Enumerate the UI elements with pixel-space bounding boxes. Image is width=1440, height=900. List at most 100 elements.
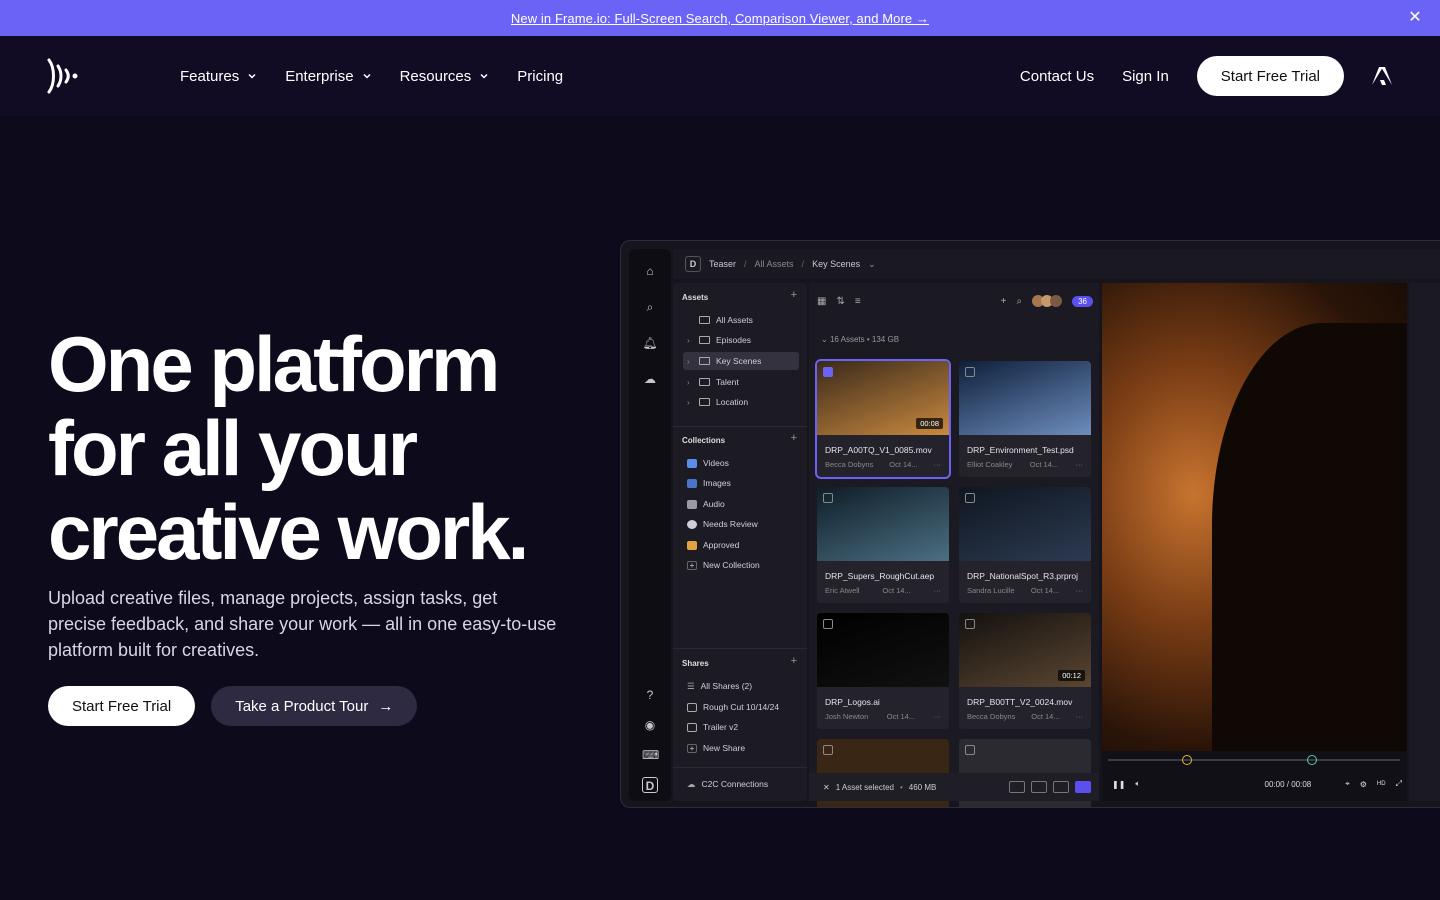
collection-images[interactable]: Images bbox=[683, 474, 799, 492]
comments-panel bbox=[1409, 283, 1440, 801]
share-new[interactable]: + New Share bbox=[683, 739, 799, 757]
asset-thumbnail: 00:12 bbox=[959, 613, 1091, 687]
asset-card[interactable]: DRP_NationalSpot_R3.prproj Sandra Lucille… bbox=[959, 487, 1091, 603]
collection-audio[interactable]: Audio bbox=[683, 495, 799, 513]
scrubber[interactable] bbox=[1108, 759, 1400, 761]
more-icon[interactable] bbox=[1009, 781, 1025, 793]
collection-new[interactable]: + New Collection bbox=[683, 556, 799, 574]
checkbox[interactable] bbox=[823, 619, 833, 629]
more-icon[interactable]: ··· bbox=[1075, 460, 1083, 469]
add-share-icon[interactable]: + bbox=[791, 655, 797, 667]
breadcrumb-key-scenes[interactable]: Key Scenes bbox=[812, 259, 860, 269]
members-count-badge[interactable]: 36 bbox=[1072, 295, 1093, 307]
close-icon[interactable]: ✕ bbox=[1406, 9, 1424, 27]
sidebar-item-location[interactable]: › Location bbox=[683, 393, 799, 411]
lightbulb-icon[interactable]: ◉ bbox=[642, 717, 658, 733]
share-trailer-v2[interactable]: Trailer v2 bbox=[683, 718, 799, 736]
more-icon[interactable]: ··· bbox=[934, 712, 942, 721]
comment-marker[interactable] bbox=[1307, 755, 1317, 765]
checkbox[interactable] bbox=[965, 745, 975, 755]
more-icon[interactable]: ··· bbox=[1076, 712, 1084, 721]
contact-us-link[interactable]: Contact Us bbox=[1020, 68, 1094, 85]
checkbox[interactable] bbox=[965, 367, 975, 377]
hero-title-line-2: for all your bbox=[48, 404, 418, 492]
c2c-connections[interactable]: ☁ C2C Connections bbox=[683, 775, 799, 793]
hero-start-trial-button[interactable]: Start Free Trial bbox=[48, 686, 196, 726]
sort-icon[interactable]: ⇅ bbox=[836, 296, 844, 307]
chevron-down-icon[interactable]: ⌄ bbox=[821, 335, 828, 344]
keyboard-icon[interactable]: ⌨ bbox=[642, 747, 659, 763]
asset-card[interactable]: 00:12 DRP_B00TT_V2_0024.mov Becca Dobyns Oc… bbox=[959, 613, 1091, 729]
sidebar-item-episodes[interactable]: › Episodes bbox=[683, 331, 799, 349]
settings-icon[interactable]: ⚙ bbox=[1360, 780, 1367, 789]
nav-start-trial-button[interactable]: Start Free Trial bbox=[1196, 56, 1344, 96]
nav-resources[interactable]: Resources bbox=[400, 68, 490, 85]
volume-icon[interactable]: 🔈︎ bbox=[1135, 779, 1140, 789]
bell-icon[interactable]: 🔔︎ bbox=[642, 335, 658, 351]
video-viewer[interactable] bbox=[1102, 283, 1407, 751]
checkbox[interactable] bbox=[823, 745, 833, 755]
layout-icon[interactable]: ▦ bbox=[817, 296, 826, 307]
asset-name: DRP_Logos.ai bbox=[825, 697, 880, 707]
comment-marker[interactable] bbox=[1182, 755, 1192, 765]
more-icon[interactable]: ··· bbox=[1075, 586, 1083, 595]
add-icon[interactable]: + bbox=[1001, 296, 1007, 307]
sidebar-item-talent[interactable]: › Talent bbox=[683, 373, 799, 391]
help-icon[interactable]: ? bbox=[642, 687, 658, 703]
quality-label[interactable]: HD bbox=[1377, 781, 1386, 787]
sidebar-item-key-scenes[interactable]: › Key Scenes bbox=[683, 352, 799, 370]
breadcrumb-project[interactable]: Teaser bbox=[709, 259, 736, 269]
nav-features[interactable]: Features bbox=[180, 68, 257, 85]
asset-size-label: 134 GB bbox=[871, 335, 900, 344]
asset-count-label: 16 Assets bbox=[829, 335, 865, 344]
fullscreen-icon[interactable]: ⤢ bbox=[1396, 779, 1402, 789]
search-icon[interactable]: ⌕ bbox=[642, 299, 658, 315]
chevron-down-icon[interactable]: ⌄ bbox=[868, 259, 876, 270]
more-icon[interactable]: ··· bbox=[934, 460, 942, 469]
chevron-right-icon: › bbox=[687, 335, 690, 345]
share-all-shares[interactable]: ☰ All Shares (2) bbox=[683, 677, 799, 695]
app-rail: ⌂ ⌕ 🔔︎ ☁ ? ◉ ⌨ D bbox=[629, 249, 671, 801]
frameio-logo-icon[interactable] bbox=[46, 58, 80, 94]
video-frame-image bbox=[1212, 323, 1407, 751]
collection-label: Needs Review bbox=[703, 519, 758, 529]
asset-date: Oct 14... bbox=[886, 712, 916, 721]
account-logo-icon[interactable]: D bbox=[642, 777, 658, 793]
more-icon[interactable]: ··· bbox=[933, 586, 941, 595]
announcement-link[interactable]: New in Frame.io: Full-Screen Search, Com… bbox=[511, 11, 929, 26]
avatar-group[interactable] bbox=[1032, 295, 1063, 307]
product-tour-button[interactable]: Take a Product Tour → bbox=[211, 686, 418, 726]
checkbox[interactable] bbox=[823, 367, 833, 377]
asset-card[interactable]: 00:08 DRP_A00TQ_V1_0085.mov Becca Dobyns Oc… bbox=[815, 359, 951, 479]
checkbox[interactable] bbox=[823, 493, 833, 503]
download-icon[interactable] bbox=[1053, 781, 1069, 793]
sign-in-link[interactable]: Sign In bbox=[1122, 68, 1169, 85]
nav-pricing[interactable]: Pricing bbox=[517, 68, 563, 85]
asset-card[interactable]: DRP_Environment_Test.psd Elliot Coakley Oc… bbox=[959, 361, 1091, 477]
asset-card[interactable]: DRP_Supers_RoughCut.aep Eric Atwell Oct 14… bbox=[817, 487, 949, 603]
collection-approved[interactable]: Approved bbox=[683, 536, 799, 554]
add-collection-icon[interactable]: + bbox=[791, 432, 797, 444]
nav-enterprise[interactable]: Enterprise bbox=[285, 68, 371, 85]
collection-videos[interactable]: Videos bbox=[683, 454, 799, 472]
checkbox[interactable] bbox=[965, 493, 975, 503]
sidebar-item-all-assets[interactable]: All Assets bbox=[683, 311, 799, 329]
asset-card[interactable]: DRP_Logos.ai Josh Newton Oct 14... ··· bbox=[817, 613, 949, 729]
breadcrumb-all-assets[interactable]: All Assets bbox=[755, 259, 794, 269]
home-icon[interactable]: ⌂ bbox=[642, 263, 658, 279]
add-asset-icon[interactable]: + bbox=[791, 289, 797, 301]
adobe-logo-icon[interactable] bbox=[1372, 67, 1392, 85]
cloud-upload-icon[interactable]: ☁ bbox=[642, 371, 658, 387]
marker-icon[interactable]: ⌖ bbox=[1345, 779, 1350, 789]
pause-icon[interactable]: ❚❚ bbox=[1112, 780, 1125, 789]
compare-icon[interactable] bbox=[1031, 781, 1047, 793]
checkbox[interactable] bbox=[965, 619, 975, 629]
search-icon[interactable]: ⌕ bbox=[1016, 296, 1022, 307]
filter-icon[interactable]: ≡ bbox=[855, 296, 861, 307]
close-icon[interactable]: ✕ bbox=[823, 783, 830, 792]
share-icon[interactable] bbox=[1075, 781, 1091, 793]
asset-name: DRP_Environment_Test.psd bbox=[967, 445, 1074, 455]
share-rough-cut[interactable]: Rough Cut 10/14/24 bbox=[683, 698, 799, 716]
collection-needs-review[interactable]: Needs Review bbox=[683, 515, 799, 533]
timecode[interactable]: 00:00 / 00:08 bbox=[1265, 780, 1312, 789]
